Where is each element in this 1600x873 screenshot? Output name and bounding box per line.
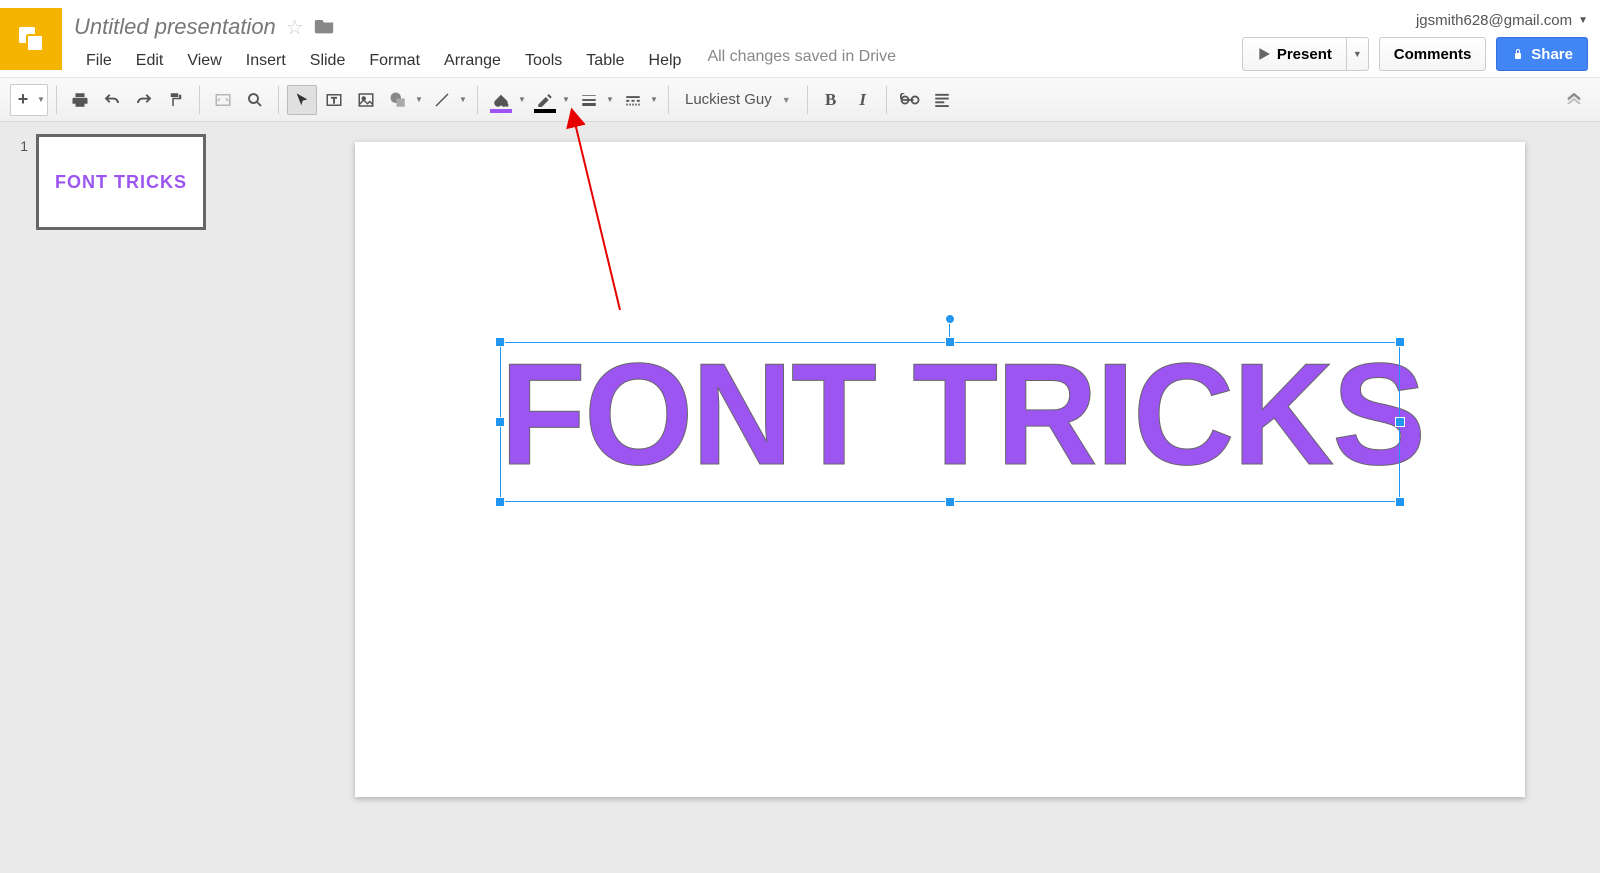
folder-icon[interactable] [314,16,334,39]
rotate-handle[interactable] [945,314,955,324]
slides-logo[interactable] [0,8,62,70]
slide-number: 1 [12,134,28,230]
shape-dropdown[interactable]: ▼ [413,95,425,104]
menu-view[interactable]: View [175,48,233,74]
chevron-down-icon: ▼ [782,95,791,105]
new-slide-button[interactable]: + [11,85,35,115]
line-dash-dropdown[interactable]: ▼ [648,95,660,104]
menubar: File Edit View Insert Slide Format Arran… [74,48,1242,74]
resize-handle-tr[interactable] [1395,337,1405,347]
line-color-swatch [534,109,556,113]
fill-color-dropdown[interactable]: ▼ [516,95,528,104]
fill-color-icon[interactable] [486,85,516,115]
chevron-down-icon: ▼ [1353,49,1362,59]
save-status: All changes saved in Drive [707,48,896,74]
menu-slide[interactable]: Slide [298,48,358,74]
menu-table[interactable]: Table [574,48,636,74]
select-tool-icon[interactable] [287,85,317,115]
menu-help[interactable]: Help [637,48,694,74]
user-account[interactable]: jgsmith628@gmail.com ▼ [1416,12,1588,29]
present-button[interactable]: Present [1242,37,1346,71]
collapse-toolbar-icon[interactable] [1558,91,1590,109]
line-weight-icon[interactable] [574,85,604,115]
line-color-dropdown[interactable]: ▼ [560,95,572,104]
align-icon[interactable] [927,85,957,115]
line-dash-icon[interactable] [618,85,648,115]
selected-textbox[interactable]: FONT TRICKS [500,342,1400,502]
line-weight-dropdown[interactable]: ▼ [604,95,616,104]
font-selector[interactable]: Luckiest Guy ▼ [677,85,799,115]
line-dropdown[interactable]: ▼ [457,95,469,104]
redo-icon[interactable] [129,85,159,115]
paint-format-icon[interactable] [161,85,191,115]
print-icon[interactable] [65,85,95,115]
selection-border [500,342,1400,502]
thumb-text: FONT TRICKS [55,172,187,193]
resize-handle-tm[interactable] [945,337,955,347]
comments-button[interactable]: Comments [1379,37,1487,71]
app-header: Untitled presentation ☆ File Edit View I… [0,0,1600,78]
star-icon[interactable]: ☆ [286,15,304,40]
share-button[interactable]: Share [1496,37,1588,71]
menu-format[interactable]: Format [357,48,432,74]
fit-icon[interactable] [208,85,238,115]
resize-handle-br[interactable] [1395,497,1405,507]
menu-tools[interactable]: Tools [513,48,574,74]
menu-file[interactable]: File [74,48,124,74]
image-tool-icon[interactable] [351,85,381,115]
resize-handle-ml[interactable] [495,417,505,427]
menu-edit[interactable]: Edit [124,48,176,74]
zoom-icon[interactable] [240,85,270,115]
line-color-icon[interactable] [530,85,560,115]
menu-arrange[interactable]: Arrange [432,48,513,74]
fill-color-swatch [490,109,512,113]
menu-insert[interactable]: Insert [234,48,298,74]
resize-handle-bm[interactable] [945,497,955,507]
slide-panel: 1 FONT TRICKS [0,122,280,873]
chevron-down-icon: ▼ [1578,15,1588,26]
resize-handle-tl[interactable] [495,337,505,347]
resize-handle-bl[interactable] [495,497,505,507]
slide-thumbnail[interactable]: FONT TRICKS [36,134,206,230]
textbox-tool-icon[interactable] [319,85,349,115]
line-tool-icon[interactable] [427,85,457,115]
doc-title[interactable]: Untitled presentation [74,14,276,40]
toolbar: + ▼ ▼ ▼ ▼ ▼ ▼ ▼ [0,78,1600,122]
link-icon[interactable] [895,85,925,115]
italic-icon[interactable]: I [848,85,878,115]
shape-tool-icon[interactable] [383,85,413,115]
new-slide-dropdown[interactable]: ▼ [35,95,47,104]
bold-icon[interactable]: B [816,85,846,115]
present-dropdown[interactable]: ▼ [1346,37,1369,71]
canvas-area[interactable]: FONT TRICKS [280,122,1600,873]
undo-icon[interactable] [97,85,127,115]
resize-handle-mr[interactable] [1395,417,1405,427]
slide-canvas[interactable]: FONT TRICKS [355,142,1525,797]
